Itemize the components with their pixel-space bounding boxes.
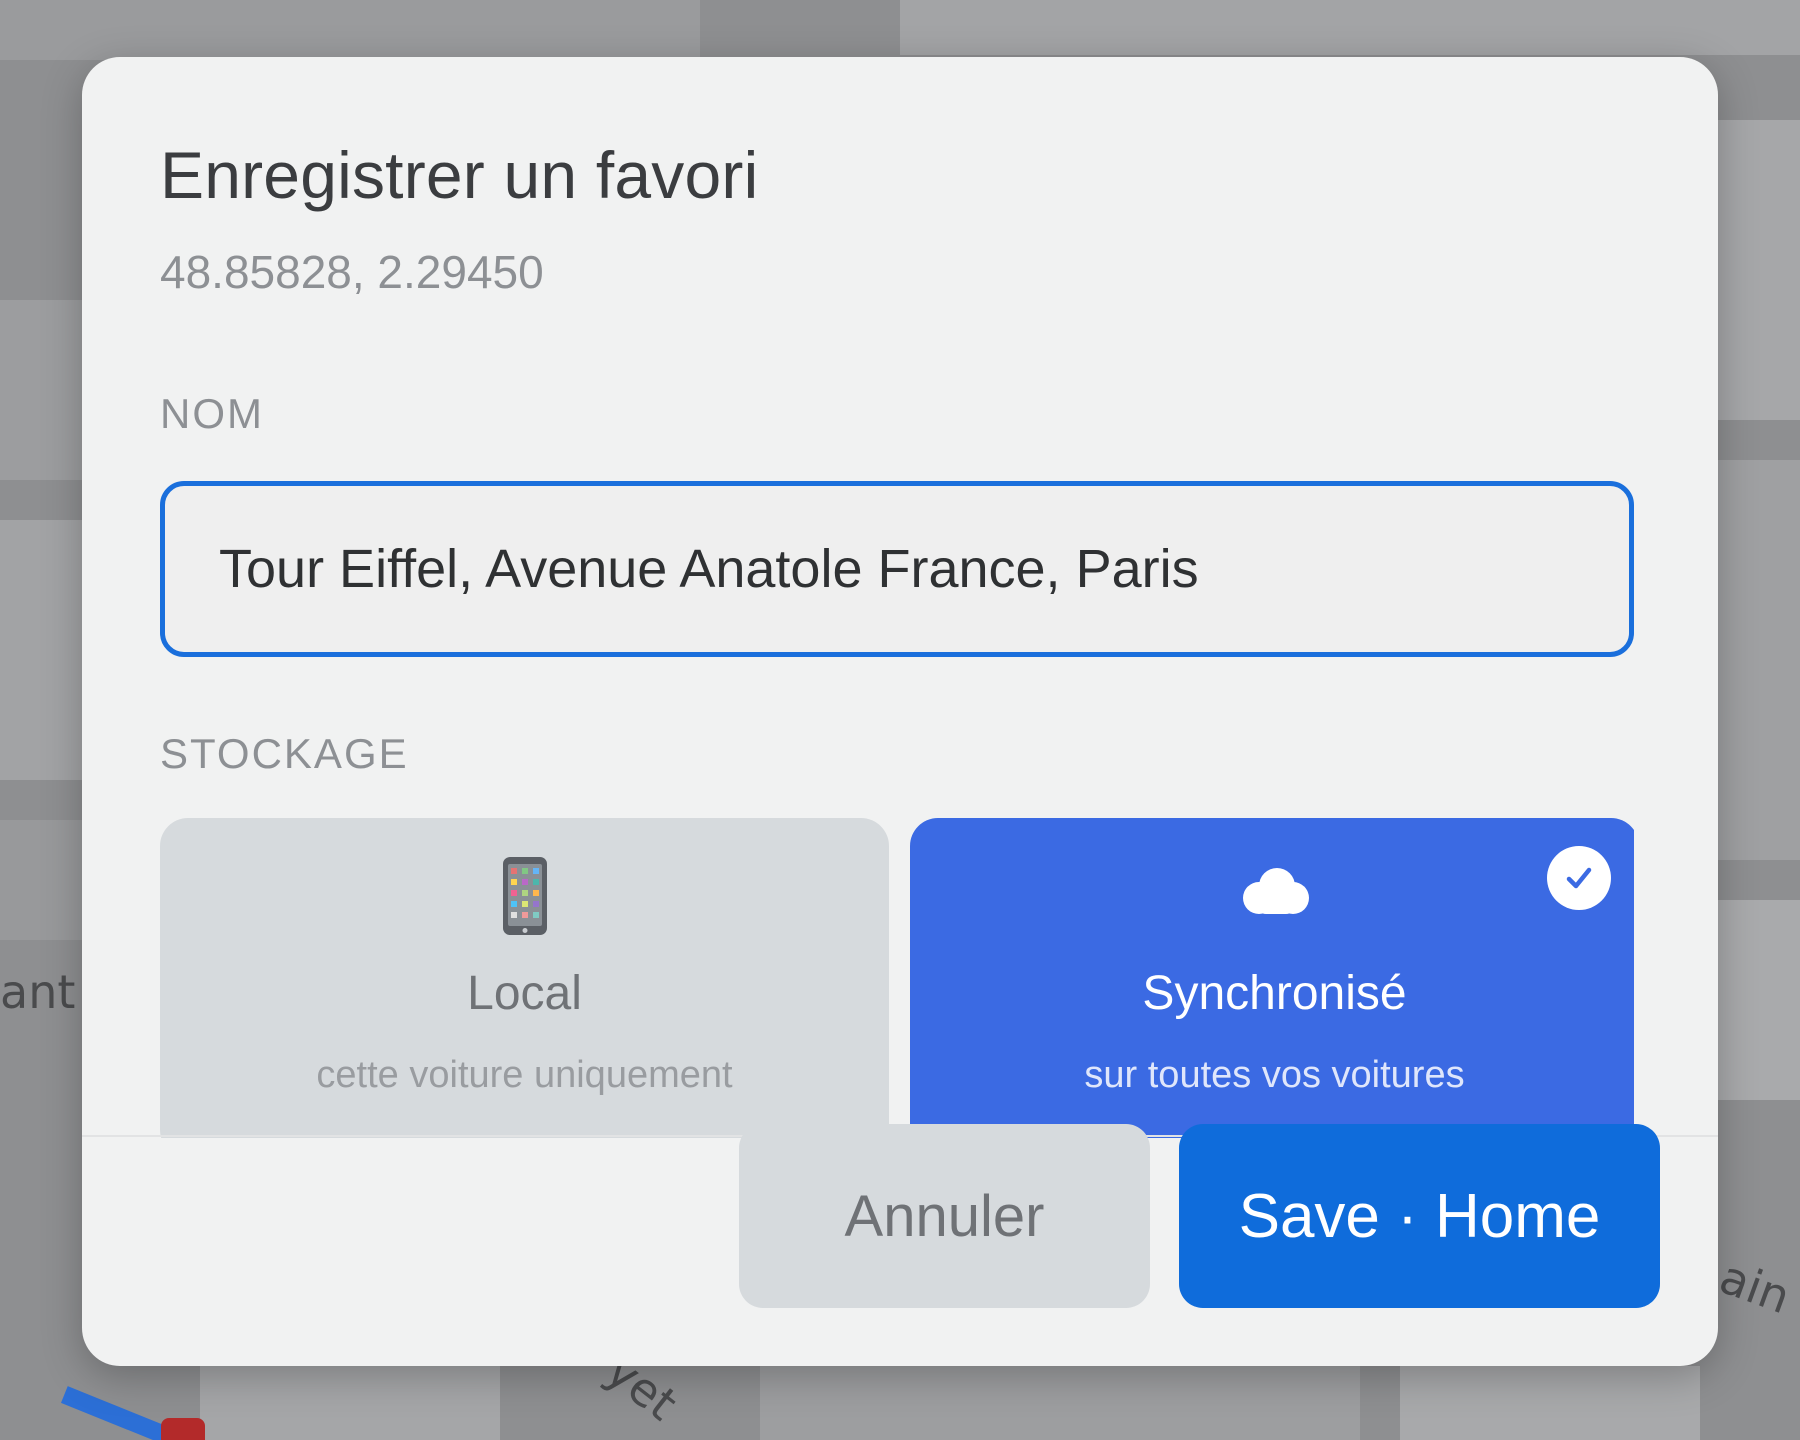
selected-check-badge bbox=[1547, 846, 1611, 910]
storage-option-synced[interactable]: Synchronisé sur toutes vos voitures bbox=[910, 818, 1634, 1138]
storage-option-title: Local bbox=[467, 967, 582, 1020]
storage-option-title: Synchronisé bbox=[1142, 967, 1407, 1020]
save-favorite-dialog: Enregistrer un favori 48.85828, 2.29450 … bbox=[82, 57, 1718, 1366]
dialog-title: Enregistrer un favori bbox=[160, 138, 759, 212]
favorite-name-input[interactable] bbox=[160, 481, 1634, 657]
cancel-button[interactable]: Annuler bbox=[739, 1124, 1150, 1308]
storage-option-local[interactable]: Local cette voiture uniquement bbox=[160, 818, 889, 1138]
poi-marker[interactable] bbox=[161, 1418, 205, 1440]
storage-options: Local cette voiture uniquement Synchroni… bbox=[160, 818, 1634, 1138]
storage-option-subtitle: sur toutes vos voitures bbox=[1084, 1054, 1465, 1096]
cloud-icon bbox=[1242, 868, 1309, 914]
storage-section-label: STOCKAGE bbox=[160, 730, 409, 777]
save-button[interactable]: Save · Home bbox=[1179, 1124, 1660, 1308]
map-street-label: ant bbox=[0, 965, 76, 1019]
checkmark-icon bbox=[1566, 867, 1592, 889]
name-section-label: NOM bbox=[160, 390, 264, 437]
storage-option-subtitle: cette voiture uniquement bbox=[316, 1054, 733, 1096]
mobile-phone-icon bbox=[502, 857, 547, 935]
coordinates-text: 48.85828, 2.29450 bbox=[160, 246, 544, 298]
